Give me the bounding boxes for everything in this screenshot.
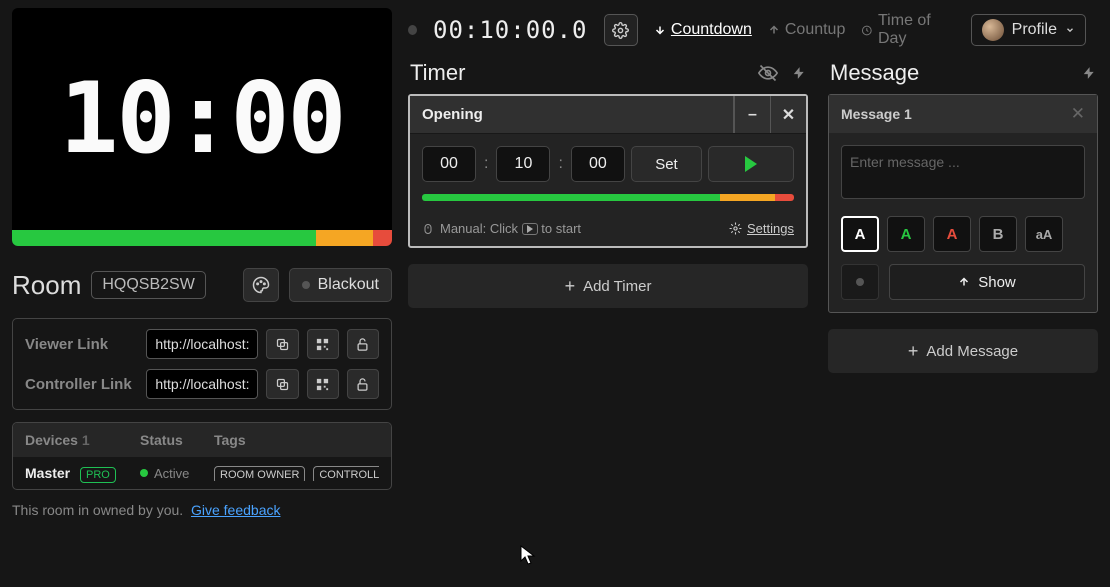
pro-badge: PRO (80, 467, 116, 483)
visibility-icon[interactable] (758, 63, 778, 83)
device-row[interactable]: Master PRO Active ROOM OWNER CONTROLLER (13, 457, 391, 489)
timer-progress (422, 194, 794, 201)
set-button[interactable]: Set (631, 146, 702, 182)
tags-header: Tags (214, 432, 379, 448)
lock-controller-button[interactable] (347, 369, 379, 399)
connection-dot (408, 25, 417, 35)
viewer-link-label: Viewer Link (25, 336, 138, 353)
timer-name[interactable]: Opening (410, 96, 734, 133)
mode-countup[interactable]: Countup (768, 21, 846, 39)
arrow-up-icon (768, 24, 780, 36)
devices-header: Devices (25, 432, 78, 448)
bolt-icon[interactable] (792, 64, 806, 82)
format-case-button[interactable]: aA (1025, 216, 1063, 252)
status-header: Status (140, 432, 214, 448)
owner-note: This room in owned by you. (12, 502, 183, 518)
lock-viewer-button[interactable] (347, 329, 379, 359)
qr-controller-button[interactable] (307, 369, 339, 399)
arrow-up-icon (958, 276, 970, 288)
blackout-status-dot (302, 281, 310, 289)
format-red-button[interactable]: A (933, 216, 971, 252)
palette-button[interactable] (243, 268, 279, 302)
cursor-icon (520, 545, 538, 567)
gear-icon (729, 222, 742, 235)
close-timer-button[interactable]: ✕ (770, 96, 806, 133)
room-code[interactable]: HQQSB2SW (91, 271, 205, 299)
format-white-button[interactable]: A (841, 216, 879, 252)
copy-controller-button[interactable] (266, 369, 298, 399)
mouse-icon (422, 222, 434, 236)
device-name: Master (25, 465, 70, 481)
close-message-button[interactable]: ✕ (1071, 104, 1085, 124)
tag-badge: CONTROLLER (313, 466, 379, 481)
message-input[interactable] (841, 145, 1085, 199)
top-time: 00:10:00.0 (433, 16, 588, 44)
preview-progress (12, 230, 392, 246)
blackout-button[interactable]: Blackout (289, 268, 392, 302)
add-timer-button[interactable]: + Add Timer (408, 264, 808, 308)
copy-viewer-button[interactable] (266, 329, 298, 359)
format-bold-button[interactable]: B (979, 216, 1017, 252)
timer-preview: 10:00 (12, 8, 392, 246)
viewer-link-input[interactable] (146, 329, 258, 359)
settings-button[interactable] (604, 14, 638, 46)
controller-link-label: Controller Link (25, 376, 138, 393)
minutes-input[interactable] (496, 146, 550, 182)
room-label: Room (12, 270, 81, 301)
message-status (841, 264, 879, 300)
chevron-down-icon (1065, 25, 1075, 35)
controller-link-input[interactable] (146, 369, 258, 399)
minimize-button[interactable]: – (734, 96, 770, 133)
format-green-button[interactable]: A (887, 216, 925, 252)
profile-button[interactable]: Profile (971, 14, 1086, 46)
status-dot (140, 469, 148, 477)
message-name[interactable]: Message 1 (841, 106, 1071, 122)
mode-countdown[interactable]: Countdown (654, 21, 752, 39)
plus-icon: + (565, 276, 576, 297)
device-status: Active (154, 466, 189, 481)
add-message-button[interactable]: + Add Message (828, 329, 1098, 373)
arrow-down-icon (654, 24, 666, 36)
play-button[interactable] (708, 146, 794, 182)
qr-viewer-button[interactable] (307, 329, 339, 359)
timer-hint: Manual: Click to start (440, 221, 581, 236)
avatar (982, 19, 1004, 41)
hours-input[interactable] (422, 146, 476, 182)
play-icon (745, 156, 757, 172)
feedback-link[interactable]: Give feedback (191, 502, 281, 518)
show-message-button[interactable]: Show (889, 264, 1085, 300)
timer-panel-title: Timer (410, 60, 465, 86)
seconds-input[interactable] (571, 146, 625, 182)
clock-icon (861, 24, 873, 37)
timer-settings-link[interactable]: Settings (729, 221, 794, 236)
plus-icon: + (908, 341, 919, 362)
message-panel-title: Message (830, 60, 919, 86)
preview-time: 10:00 (12, 8, 392, 230)
mode-time-of-day[interactable]: Time of Day (861, 12, 954, 48)
tag-badge: ROOM OWNER (214, 466, 305, 481)
bolt-icon[interactable] (1082, 64, 1096, 82)
